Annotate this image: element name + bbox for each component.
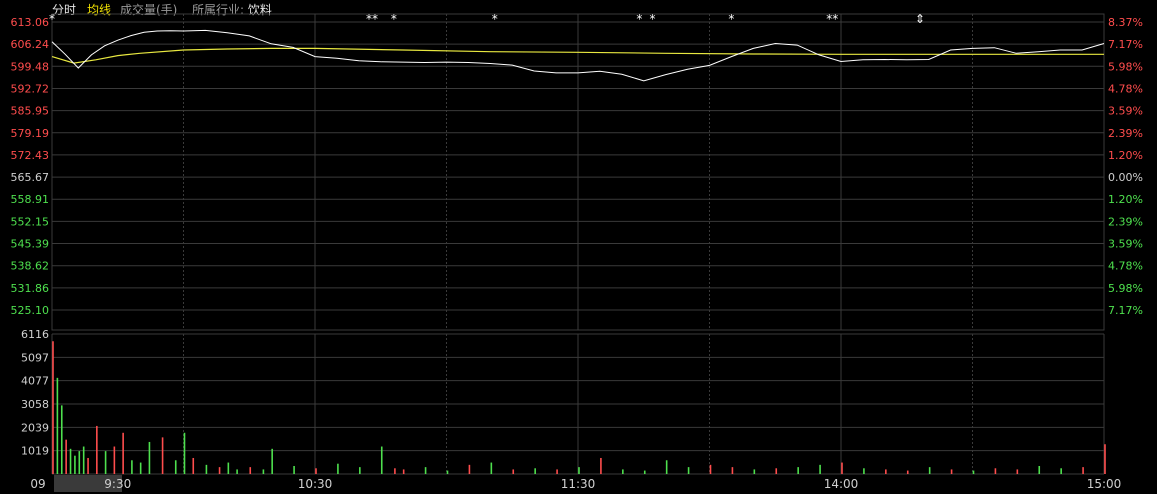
pct-tick-label: 4.78%	[1108, 260, 1143, 273]
pct-tick-label: 7.17%	[1108, 304, 1143, 317]
price-tick-label: 585.95	[11, 105, 50, 118]
volume-tick-label: 2039	[21, 421, 49, 434]
price-tick-label: 599.48	[11, 60, 50, 73]
price-tick-label: 552.15	[11, 215, 50, 228]
pct-tick-label: 2.39%	[1108, 215, 1143, 228]
time-tick-label: 09	[30, 477, 45, 491]
time-tick-label: 11:30	[561, 477, 596, 491]
event-marker[interactable]: *	[728, 12, 734, 26]
pct-tick-label: 5.98%	[1108, 282, 1143, 295]
event-marker[interactable]: **	[826, 12, 838, 26]
price-tick-label: 572.43	[11, 149, 50, 162]
price-tick-label: 613.06	[11, 16, 50, 29]
pct-tick-label: 7.17%	[1108, 38, 1143, 51]
time-tick-label: 15:00	[1087, 477, 1122, 491]
pct-tick-label: 1.20%	[1108, 149, 1143, 162]
volume-bars	[52, 341, 1106, 474]
event-marker[interactable]: *	[49, 12, 55, 26]
axis-labels: 613.06 8.37% 606.24 7.17% 599.48 5.98% 592.72 4…	[11, 16, 1143, 492]
price-tick-label: 525.10	[11, 304, 50, 317]
event-marker[interactable]: *	[492, 12, 498, 26]
price-tick-label: 545.39	[11, 238, 50, 251]
pct-tick-label: 0.00%	[1108, 171, 1143, 184]
volume-tick-label: 1019	[21, 445, 49, 458]
pct-tick-label: 5.98%	[1108, 60, 1143, 73]
price-tick-label: 579.19	[11, 127, 50, 140]
price-tick-label: 531.86	[11, 282, 50, 295]
pct-tick-label: 8.37%	[1108, 16, 1143, 29]
event-marker[interactable]: ⇕	[915, 12, 925, 26]
event-marker[interactable]: *	[636, 12, 642, 26]
volume-tick-label: 5097	[21, 351, 49, 364]
price-tick-label: 538.62	[11, 260, 50, 273]
event-marker[interactable]: *	[650, 12, 656, 26]
chart-grid	[51, 13, 1105, 475]
price-tick-label: 606.24	[11, 38, 50, 51]
pct-tick-label: 4.78%	[1108, 82, 1143, 95]
pct-tick-label: 3.59%	[1108, 105, 1143, 118]
time-tick-label: 14:00	[824, 477, 859, 491]
pct-tick-label: 2.39%	[1108, 127, 1143, 140]
price-tick-label: 565.67	[11, 171, 50, 184]
time-tick-label: 10:30	[298, 477, 333, 491]
price-tick-label: 592.72	[11, 82, 50, 95]
time-tick-label: 9:30	[104, 477, 131, 491]
volume-tick-label: 4077	[21, 375, 49, 388]
volume-tick-label: 3058	[21, 398, 49, 411]
volume-tick-label: 6116	[21, 328, 49, 341]
price-tick-label: 558.91	[11, 193, 50, 206]
event-marker[interactable]: *	[391, 12, 397, 26]
pct-tick-label: 1.20%	[1108, 193, 1143, 206]
pct-tick-label: 3.59%	[1108, 238, 1143, 251]
intraday-chart[interactable]: * ** * * * * * ** ⇕ 613.06 8.37%606.24 7.17%599.48…	[0, 0, 1157, 494]
event-marker[interactable]: **	[366, 12, 378, 26]
